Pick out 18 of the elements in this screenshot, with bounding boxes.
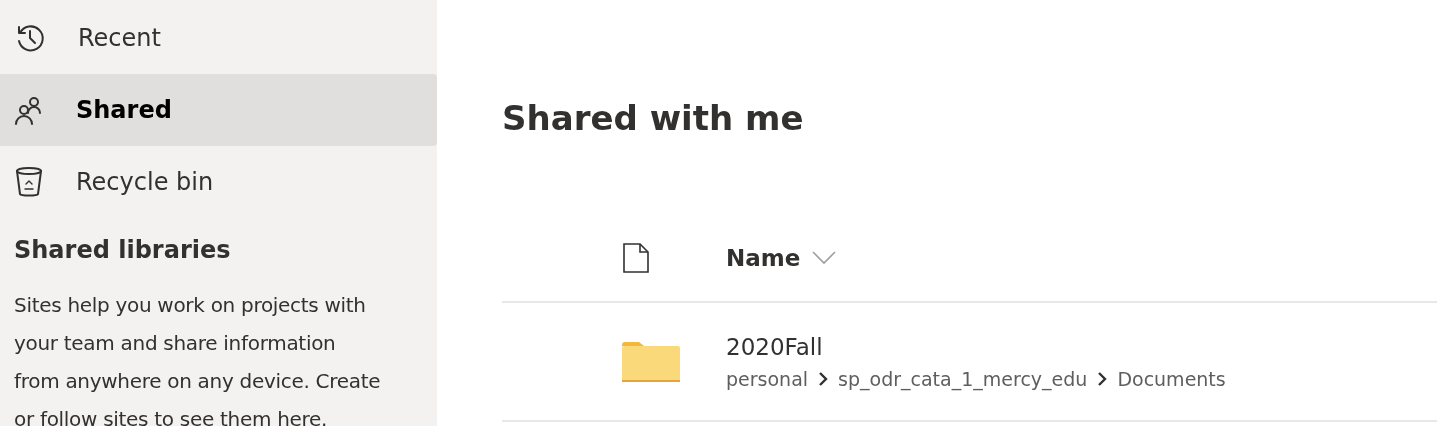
chevron-right-icon (818, 370, 829, 387)
file-icon (622, 243, 650, 273)
chevron-right-icon (1097, 370, 1108, 387)
breadcrumb-label: sp_odr_cata_1_mercy_edu (838, 367, 1088, 390)
nav-item[interactable]: Recent (0, 2, 437, 74)
breadcrumb-label: personal (726, 367, 809, 390)
page-title: Shared with me (502, 97, 805, 140)
breadcrumb-label: Documents (1117, 367, 1226, 390)
nav-item[interactable]: Recycle bin (0, 146, 437, 218)
chevron-down-icon (812, 251, 837, 265)
file-name-link[interactable]: 2020Fall (726, 333, 1226, 360)
description-text: Sites help you work on projects with your team and share information from anywhere on any device. Create or follow sites to see them here. (13, 292, 382, 426)
section-heading: Shared libraries (13, 235, 232, 266)
name-column-header[interactable]: Name (726, 245, 837, 271)
people-icon (14, 95, 44, 125)
recycle-bin-icon (14, 166, 44, 198)
folder-icon (622, 341, 680, 382)
nav-item[interactable]: Shared (0, 74, 437, 146)
